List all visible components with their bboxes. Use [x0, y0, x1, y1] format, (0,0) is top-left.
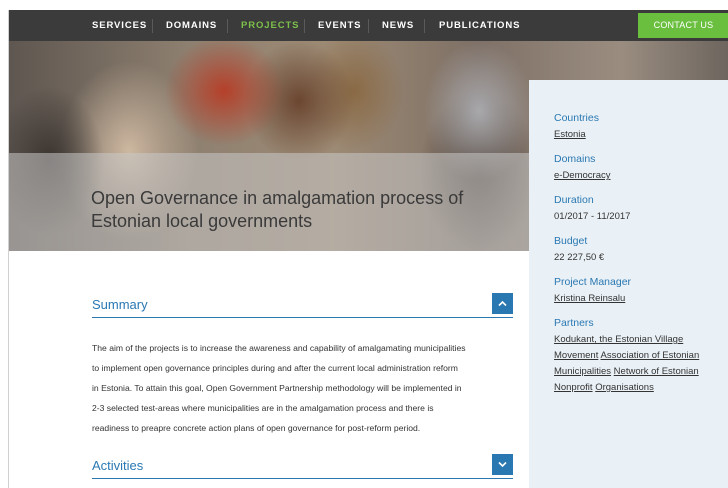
project-manager-link[interactable]: Kristina Reinsalu — [554, 293, 625, 304]
summary-section-header[interactable]: Summary — [92, 293, 513, 318]
nav-separator — [368, 19, 369, 33]
project-manager-value: Kristina Reinsalu — [554, 291, 728, 307]
countries-value: Estonia — [554, 127, 728, 143]
nav-separator — [304, 19, 305, 33]
nav-separator — [227, 19, 228, 33]
activities-expand-button[interactable] — [492, 454, 513, 475]
activities-title: Activities — [92, 458, 144, 473]
partner-link[interactable]: Municipalities — [554, 366, 611, 377]
nav-separator — [152, 19, 153, 33]
nav-separator — [424, 19, 425, 33]
summary-text: The aim of the projects is to increase t… — [92, 338, 522, 438]
page-frame: SERVICES DOMAINS PROJECTS EVENTS NEWS PU… — [8, 10, 728, 488]
nav-publications[interactable]: PUBLICATIONS — [439, 10, 520, 41]
nav-domains[interactable]: DOMAINS — [166, 10, 217, 41]
activities-section-header[interactable]: Activities — [92, 454, 513, 479]
summary-line: The aim of the projects is to increase t… — [92, 343, 466, 353]
domain-link[interactable]: e-Democracy — [554, 170, 611, 181]
domains-value: e-Democracy — [554, 168, 728, 184]
nav-events[interactable]: EVENTS — [318, 10, 361, 41]
country-link[interactable]: Estonia — [554, 129, 586, 140]
summary-collapse-button[interactable] — [492, 293, 513, 314]
nav-projects[interactable]: PROJECTS — [241, 10, 299, 41]
partners-label: Partners — [554, 317, 594, 329]
duration-value: 01/2017 - 11/2017 — [554, 211, 631, 222]
chevron-up-icon — [498, 300, 507, 307]
countries-label: Countries — [554, 112, 599, 124]
summary-line: in Estonia. To attain this goal, Open Go… — [92, 383, 462, 393]
project-details-sidebar: Countries Estonia Domains e-Democracy Du… — [529, 80, 728, 488]
page-title: Open Governance in amalgamation process … — [91, 187, 511, 233]
partners-list: Kodukant, the Estonian Village Movement … — [554, 332, 728, 396]
partner-link[interactable]: Association of Estonian — [600, 350, 699, 361]
summary-line: readiness to preapre concrete action pla… — [92, 423, 421, 433]
nav-news[interactable]: NEWS — [382, 10, 414, 41]
duration-label: Duration — [554, 194, 594, 206]
partner-link[interactable]: Organisations — [595, 382, 654, 393]
budget-label: Budget — [554, 235, 588, 247]
partner-link[interactable]: Movement — [554, 350, 598, 361]
partner-link[interactable]: Kodukant, the Estonian Village — [554, 334, 683, 345]
contact-us-button[interactable]: CONTACT US — [638, 13, 728, 38]
summary-title: Summary — [92, 297, 148, 312]
top-navigation: SERVICES DOMAINS PROJECTS EVENTS NEWS PU… — [9, 10, 728, 41]
budget-value: 22 227,50 € — [554, 252, 605, 263]
domains-label: Domains — [554, 153, 596, 165]
project-manager-label: Project Manager — [554, 276, 632, 288]
chevron-down-icon — [498, 461, 507, 468]
page-title-line: Open Governance in amalgamation process … — [91, 188, 464, 208]
nav-services[interactable]: SERVICES — [92, 10, 147, 41]
page-title-line: Estonian local governments — [91, 211, 313, 231]
summary-line: to implement open governance principles … — [92, 363, 458, 373]
summary-line: 2-3 selected test-areas where municipali… — [92, 403, 434, 413]
